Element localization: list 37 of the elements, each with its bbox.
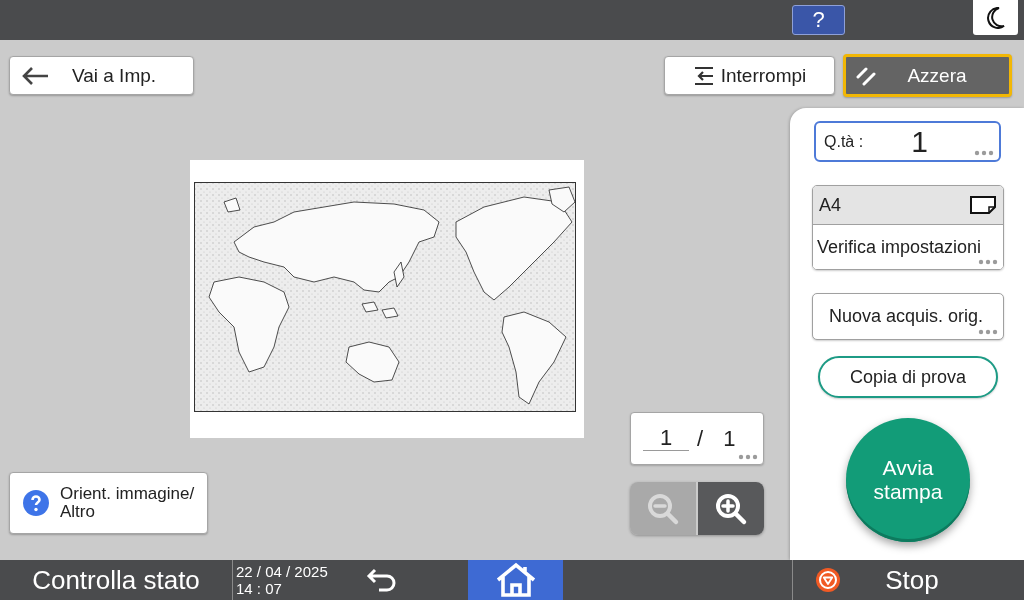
double-slash-icon <box>855 65 877 86</box>
more-dots-icon <box>738 454 758 460</box>
zoom-in-button[interactable] <box>698 482 764 535</box>
sample-copy-button[interactable]: Copia di prova <box>818 356 998 398</box>
stop-icon <box>816 568 840 592</box>
quantity-label: Q.tà : <box>824 132 864 151</box>
reset-button[interactable]: Azzera <box>843 54 1012 97</box>
status-button[interactable]: Controlla stato <box>0 560 232 600</box>
quantity-value: 1 <box>911 126 928 157</box>
moon-button[interactable] <box>973 0 1018 35</box>
page-separator: / <box>697 425 704 452</box>
current-page-field[interactable]: 1 <box>643 425 689 452</box>
help-button[interactable]: ? <box>792 5 845 35</box>
date-text: 22 / 04 / 2025 <box>236 563 329 580</box>
back-button[interactable]: Vai a Imp. <box>9 56 194 95</box>
rescan-button[interactable]: Nuova acquis. orig. <box>812 293 1004 340</box>
question-mark-icon <box>23 490 49 516</box>
quantity-field[interactable]: Q.tà : 1 <box>814 121 1001 162</box>
check-settings-button[interactable]: Verifica impostazioni <box>813 225 1003 269</box>
more-dots-icon <box>978 329 998 335</box>
total-pages: 1 <box>723 425 736 452</box>
paper-size-label: A4 <box>819 194 842 216</box>
orientation-button[interactable]: Orient. immagine/ Altro <box>9 472 208 534</box>
page-counter[interactable]: 1 / 1 <box>630 412 764 465</box>
more-dots-icon <box>978 259 998 265</box>
left-arrow-icon <box>21 65 49 86</box>
paper-sheet-icon <box>970 196 996 214</box>
interrupt-button[interactable]: Interrompi <box>664 56 835 95</box>
zoom-in-icon <box>714 491 748 526</box>
more-dots-icon <box>974 150 994 156</box>
home-button[interactable] <box>468 560 563 600</box>
interrupt-icon <box>692 65 715 86</box>
zoom-out-icon <box>646 491 680 526</box>
return-arrow-icon[interactable] <box>365 568 398 592</box>
stop-button[interactable]: Stop <box>793 560 1024 600</box>
time-text: 14 : 07 <box>236 580 283 597</box>
moon-icon <box>986 6 1005 29</box>
